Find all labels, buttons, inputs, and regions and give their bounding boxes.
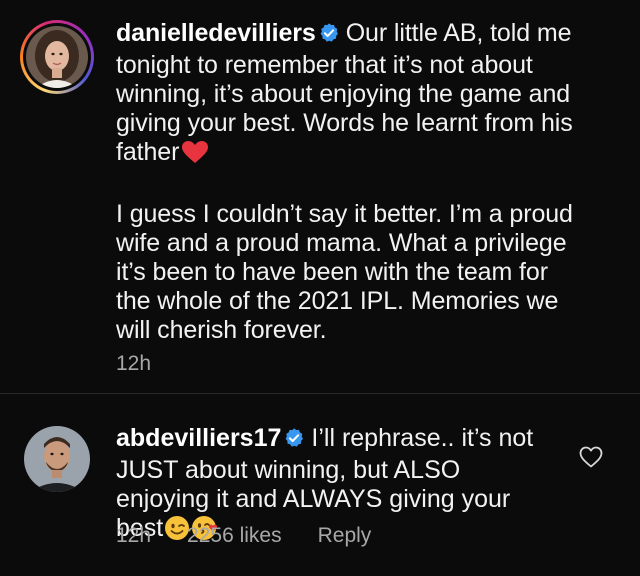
reply-username[interactable]: abdevilliers17	[116, 424, 281, 452]
story-ring[interactable]	[20, 20, 94, 94]
caption-paragraph-2: I guess I couldn’t say it better. I’m a …	[116, 200, 573, 344]
verified-badge-icon	[318, 22, 340, 51]
divider	[0, 393, 640, 394]
caption-username[interactable]: danielledevilliers	[116, 19, 316, 47]
avatar[interactable]	[26, 26, 88, 88]
comments-view: danielledevilliers Our little AB, told me…	[0, 0, 640, 576]
verified-badge-icon	[283, 427, 305, 456]
reply-meta-row: 12h 2256 likes Reply	[116, 524, 371, 548]
post-caption: danielledevilliers Our little AB, told me…	[0, 0, 640, 392]
caption-timestamp[interactable]: 12h	[116, 352, 151, 376]
likes-count[interactable]: 2256 likes	[187, 524, 282, 548]
like-heart-icon[interactable]	[579, 446, 603, 468]
avatar[interactable]	[24, 426, 90, 492]
reply-timestamp[interactable]: 12h	[116, 524, 151, 548]
caption-text: danielledevilliers Our little AB, told me…	[116, 19, 586, 345]
red-heart-icon	[181, 140, 209, 171]
reply-button[interactable]: Reply	[318, 524, 372, 548]
